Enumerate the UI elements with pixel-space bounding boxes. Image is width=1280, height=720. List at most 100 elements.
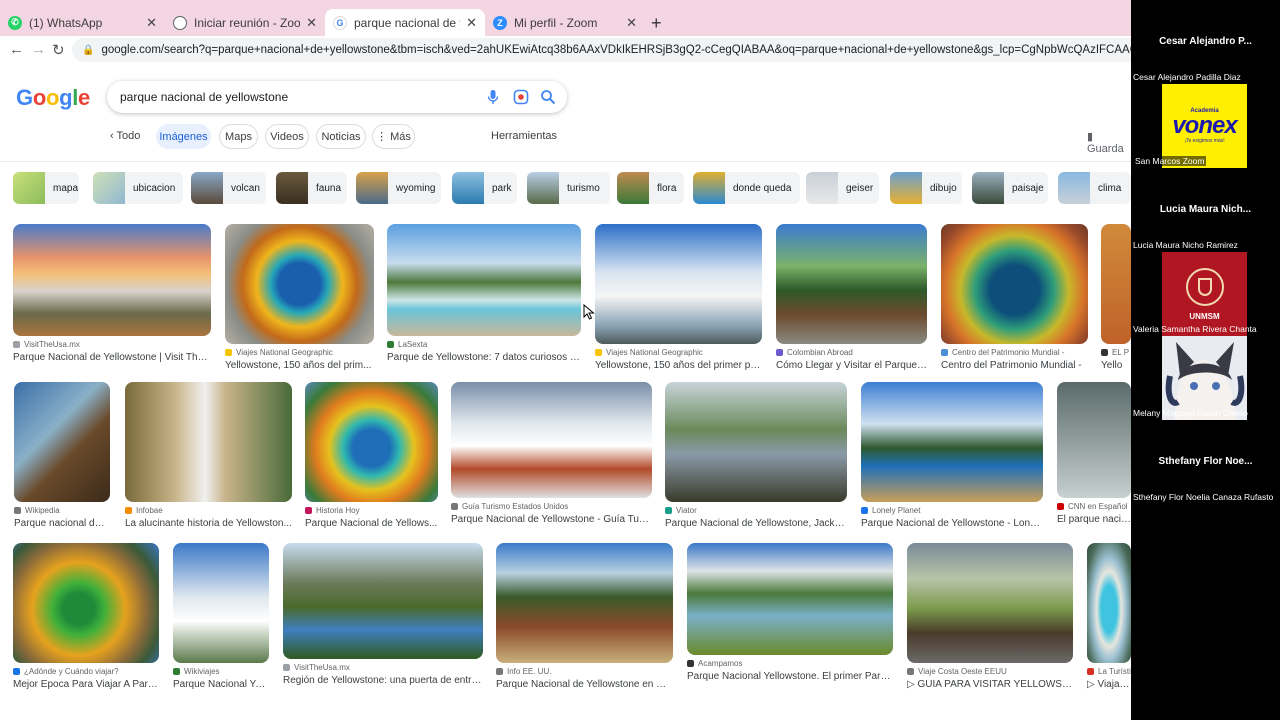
close-icon[interactable]: ✕ [626,15,637,31]
result-source[interactable]: Historia Hoy [305,506,438,515]
new-tab-button[interactable]: + [651,13,662,34]
result-title[interactable]: Parque Nacional de Yellowstone - Lonel..… [861,518,1043,529]
reload-icon[interactable]: ↻ [52,41,65,59]
result-thumbnail[interactable] [1087,543,1131,663]
image-result[interactable]: Wikipedia Parque nacional de ... [14,382,110,529]
image-result[interactable]: Viajes National Geographic Yellowstone, 1… [225,224,374,371]
result-title[interactable]: Región de Yellowstone: una puerta de ent… [283,675,483,686]
tab-zoom-profile[interactable]: Z Mi perfil - Zoom ✕ [485,9,645,36]
result-source[interactable]: Lonely Planet [861,506,1043,515]
result-source[interactable]: Acampamos [687,659,893,668]
image-result[interactable]: Guía Turismo Estados Unidos Parque Nacion… [451,382,652,525]
result-source[interactable]: Guía Turismo Estados Unidos [451,502,652,511]
result-thumbnail[interactable] [13,543,159,663]
result-source[interactable]: Info EE. UU. [496,667,673,676]
result-thumbnail[interactable] [595,224,762,344]
result-thumbnail[interactable] [665,382,847,502]
result-title[interactable]: Parque de Yellowstone: 7 datos curiosos … [387,352,581,363]
result-source[interactable]: VisitTheUsa.mx [13,340,211,349]
tab-google-search[interactable]: G parque nacional de yellowstone ✕ [325,9,485,36]
result-source[interactable]: Wikiviajes [173,667,269,676]
result-title[interactable]: Cómo Llegar y Visitar el Parque ... [776,360,927,371]
back-icon[interactable]: ← [9,41,24,58]
image-result[interactable]: ¿Adónde y Cuándo viajar? Mejor Epoca Para… [13,543,159,690]
result-source[interactable]: Viajes National Geographic [595,348,762,357]
image-result[interactable]: La Turística ▷ Viajar a Parque Nacional Y… [1087,543,1131,690]
result-thumbnail[interactable] [14,382,110,502]
address-bar[interactable]: 🔒 google.com/search?q=parque+nacional+de… [72,38,1131,62]
result-source[interactable]: Viator [665,506,847,515]
result-title[interactable]: Centro del Patrimonio Mundial - [941,360,1088,371]
result-title[interactable]: Parque Nacional de Yellowstone | Visit T… [13,352,211,363]
image-result[interactable]: Historia Hoy Parque Nacional de Yellows..… [305,382,438,529]
image-result[interactable]: EL P Yello [1101,224,1131,371]
result-source[interactable]: Viajes National Geographic [225,348,374,357]
result-thumbnail[interactable] [451,382,652,498]
tab-whatsapp[interactable]: ✆ (1) WhatsApp ✕ [0,9,165,36]
image-result[interactable]: Viajes National Geographic Yellowstone, 1… [595,224,762,371]
image-result[interactable]: Viaje Costa Oeste EEUU ▷ GUÍA PARA VISITA… [907,543,1073,690]
result-title[interactable]: Yello [1101,360,1131,371]
result-title[interactable]: El parque nacional Yellowstone celebra s… [1057,514,1131,525]
result-source[interactable]: Centro del Patrimonio Mundial - [941,348,1088,357]
result-source[interactable]: LaSexta [387,340,581,349]
result-source[interactable]: ¿Adónde y Cuándo viajar? [13,667,159,676]
result-title[interactable]: Parque Nacional de Yellowstone - Guía Tu… [451,514,652,525]
image-result[interactable]: VisitTheUsa.mx Parque Nacional de Yellows… [13,224,211,363]
result-source[interactable]: CNN en Español [1057,502,1131,511]
image-result[interactable]: Info EE. UU. Parque Nacional de Yellowsto… [496,543,673,690]
result-source[interactable]: Infobae [125,506,292,515]
result-title[interactable]: La alucinante historia de Yellowston... [125,518,292,529]
image-result[interactable]: CNN en Español El parque nacional Yellows… [1057,382,1131,525]
result-source[interactable]: EL P [1101,348,1131,357]
result-source[interactable]: VisitTheUsa.mx [283,663,483,672]
result-title[interactable]: ▷ GUÍA PARA VISITAR YELLOWSTO... [907,679,1073,690]
result-title[interactable]: Parque Nacional Ye... [173,679,269,690]
result-title[interactable]: Parque nacional de ... [14,518,110,529]
result-title[interactable]: Parque Nacional Yellowstone. El primer P… [687,671,893,682]
result-thumbnail[interactable] [305,382,438,502]
site-favicon-icon [13,668,20,675]
result-title[interactable]: Parque Nacional de Yellows... [305,518,438,529]
result-thumbnail[interactable] [496,543,673,663]
close-icon[interactable]: ✕ [146,15,157,31]
result-source[interactable]: La Turística [1087,667,1131,676]
image-result[interactable]: LaSexta Parque de Yellowstone: 7 datos cu… [387,224,581,363]
result-thumbnail[interactable] [283,543,483,659]
close-icon[interactable]: ✕ [306,15,317,31]
image-result[interactable]: Lonely Planet Parque Nacional de Yellowst… [861,382,1043,529]
image-result[interactable]: Acampamos Parque Nacional Yellowstone. El… [687,543,893,682]
participant-name: Valeria Samantha Rivera Chanta [1133,324,1257,334]
result-thumbnail[interactable] [1057,382,1131,498]
result-title[interactable]: Yellowstone, 150 años del primer pa... [595,360,762,371]
image-result[interactable]: Colombian Abroad Cómo Llegar y Visitar el… [776,224,927,371]
result-thumbnail[interactable] [13,224,211,336]
site-favicon-icon [687,660,694,667]
result-title[interactable]: Yellowstone, 150 años del prim... [225,360,374,371]
result-thumbnail[interactable] [125,382,292,502]
result-thumbnail[interactable] [387,224,581,336]
result-thumbnail[interactable] [907,543,1073,663]
result-source[interactable]: Viaje Costa Oeste EEUU [907,667,1073,676]
result-source[interactable]: Wikipedia [14,506,110,515]
result-title[interactable]: Parque Nacional de Yellowstone en Wy... [496,679,673,690]
image-result[interactable]: VisitTheUsa.mx Región de Yellowstone: una… [283,543,483,686]
result-source[interactable]: Colombian Abroad [776,348,927,357]
result-title[interactable]: ▷ Viajar a Parque Nacional Yellowst... [1087,679,1131,690]
result-thumbnail[interactable] [941,224,1088,344]
result-thumbnail[interactable] [173,543,269,663]
image-result[interactable]: Infobae La alucinante historia de Yellows… [125,382,292,529]
result-title[interactable]: Parque Nacional de Yellowstone, Jacks... [665,518,847,529]
result-thumbnail[interactable] [776,224,927,344]
close-icon[interactable]: ✕ [466,15,477,31]
result-thumbnail[interactable] [687,543,893,655]
image-result[interactable]: Viator Parque Nacional de Yellowstone, Ja… [665,382,847,529]
result-title[interactable]: Mejor Epoca Para Viajar A Parq... [13,679,159,690]
forward-icon[interactable]: → [31,41,46,58]
result-thumbnail[interactable] [225,224,374,344]
result-thumbnail[interactable] [861,382,1043,502]
image-result[interactable]: Wikiviajes Parque Nacional Ye... [173,543,269,690]
result-thumbnail[interactable] [1101,224,1131,344]
tab-zoom-meeting[interactable]: Iniciar reunión - Zoom ✕ [165,9,325,36]
image-result[interactable]: Centro del Patrimonio Mundial - Centro de… [941,224,1088,371]
